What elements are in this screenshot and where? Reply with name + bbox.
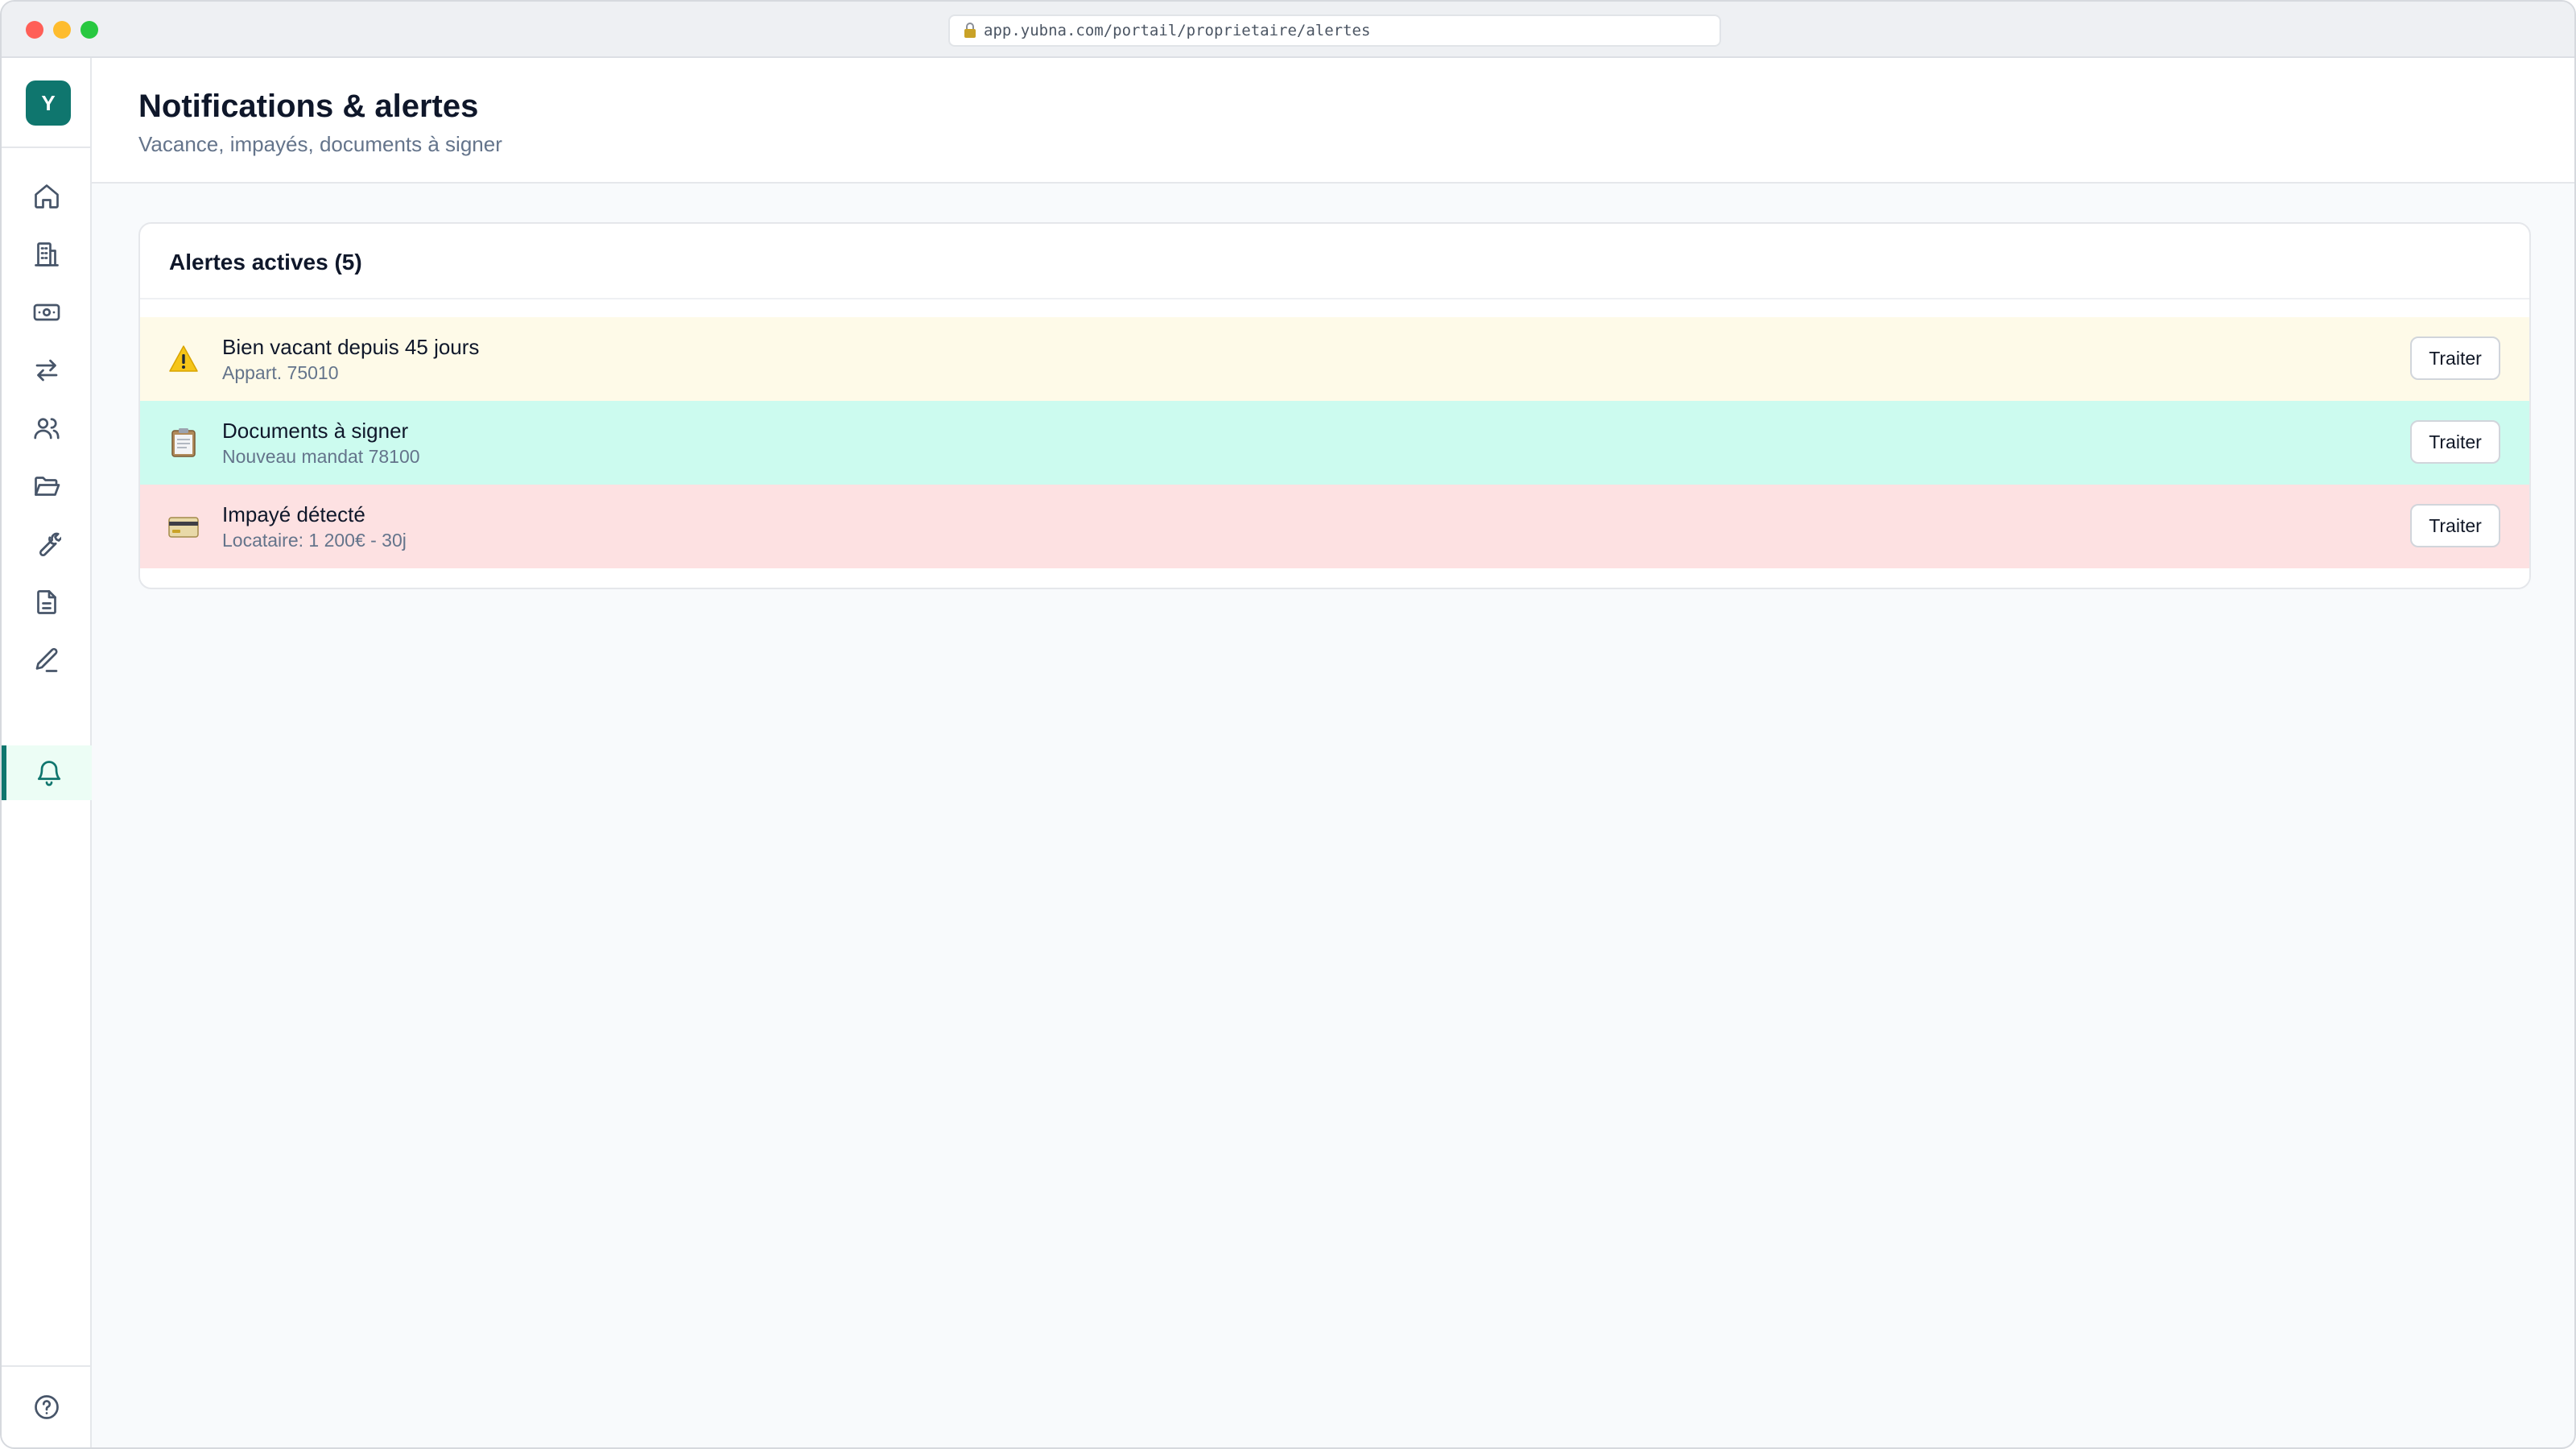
active-alerts-card: Alertes actives (5) Bien vacant depuis 4… bbox=[138, 222, 2531, 589]
sidebar-item-transactions[interactable] bbox=[2, 343, 92, 398]
sidebar-item-alerts[interactable] bbox=[2, 745, 92, 800]
treat-alert-button[interactable]: Traiter bbox=[2410, 504, 2500, 547]
url-text: app.yubna.com/portail/proprietaire/alert… bbox=[984, 22, 1371, 39]
users-icon bbox=[34, 418, 60, 440]
sidebar-item-reports[interactable] bbox=[2, 575, 92, 630]
sidebar-item-tenants[interactable] bbox=[2, 401, 92, 456]
clipboard-icon bbox=[167, 427, 200, 459]
close-window-button[interactable] bbox=[26, 21, 43, 39]
page-header: Notifications & alertes Vacance, impayés… bbox=[92, 58, 2574, 184]
minimize-window-button[interactable] bbox=[53, 21, 71, 39]
alert-row-unpaid: Impayé détecté Locataire: 1 200€ - 30j T… bbox=[140, 485, 2529, 568]
sidebar-item-signatures[interactable] bbox=[2, 633, 92, 687]
sidebar-divider bbox=[2, 147, 92, 148]
sidebar: Y bbox=[2, 58, 92, 1447]
card-divider bbox=[140, 298, 2529, 299]
alert-subtitle: Nouveau mandat 78100 bbox=[222, 446, 420, 467]
wrench-icon bbox=[39, 532, 61, 557]
pen-icon bbox=[35, 647, 58, 672]
sidebar-item-documents[interactable] bbox=[2, 459, 92, 514]
sidebar-item-home[interactable] bbox=[2, 169, 92, 224]
sidebar-item-finances[interactable] bbox=[2, 285, 92, 340]
maximize-window-button[interactable] bbox=[80, 21, 98, 39]
alert-title: Documents à signer bbox=[222, 419, 409, 443]
treat-alert-button[interactable]: Traiter bbox=[2410, 336, 2500, 380]
title-bar: app.yubna.com/portail/proprietaire/alert… bbox=[2, 2, 2574, 58]
alert-title: Bien vacant depuis 45 jours bbox=[222, 335, 480, 359]
page-title: Notifications & alertes bbox=[138, 89, 479, 124]
sidebar-item-maintenance[interactable] bbox=[2, 517, 92, 572]
lock-icon bbox=[963, 23, 977, 39]
alert-subtitle: Locataire: 1 200€ - 30j bbox=[222, 530, 407, 551]
app-logo[interactable]: Y bbox=[26, 80, 71, 126]
credit-card-icon bbox=[167, 510, 200, 543]
address-bar[interactable]: app.yubna.com/portail/proprietaire/alert… bbox=[948, 14, 1721, 47]
browser-window: app.yubna.com/portail/proprietaire/alert… bbox=[0, 0, 2576, 1449]
treat-alert-button[interactable]: Traiter bbox=[2410, 420, 2500, 464]
warning-icon bbox=[167, 343, 200, 375]
sidebar-item-help[interactable] bbox=[2, 1380, 92, 1435]
alert-title: Impayé détecté bbox=[222, 502, 365, 526]
document-icon bbox=[37, 590, 56, 614]
folder-icon bbox=[35, 477, 60, 496]
page-subtitle: Vacance, impayés, documents à signer bbox=[138, 132, 502, 156]
alert-subtitle: Appart. 75010 bbox=[222, 362, 339, 383]
sidebar-footer-divider bbox=[2, 1365, 92, 1367]
card-title: Alertes actives (5) bbox=[169, 250, 362, 275]
help-icon bbox=[35, 1395, 59, 1419]
alert-row-vacancy: Bien vacant depuis 45 jours Appart. 7501… bbox=[140, 317, 2529, 401]
building-icon bbox=[35, 242, 59, 266]
home-icon bbox=[35, 184, 59, 208]
transfer-arrows-icon bbox=[35, 359, 58, 382]
alert-row-documents: Documents à signer Nouveau mandat 78100 … bbox=[140, 401, 2529, 485]
money-icon bbox=[33, 303, 60, 321]
bell-icon bbox=[37, 761, 61, 786]
sidebar-item-properties[interactable] bbox=[2, 227, 92, 282]
